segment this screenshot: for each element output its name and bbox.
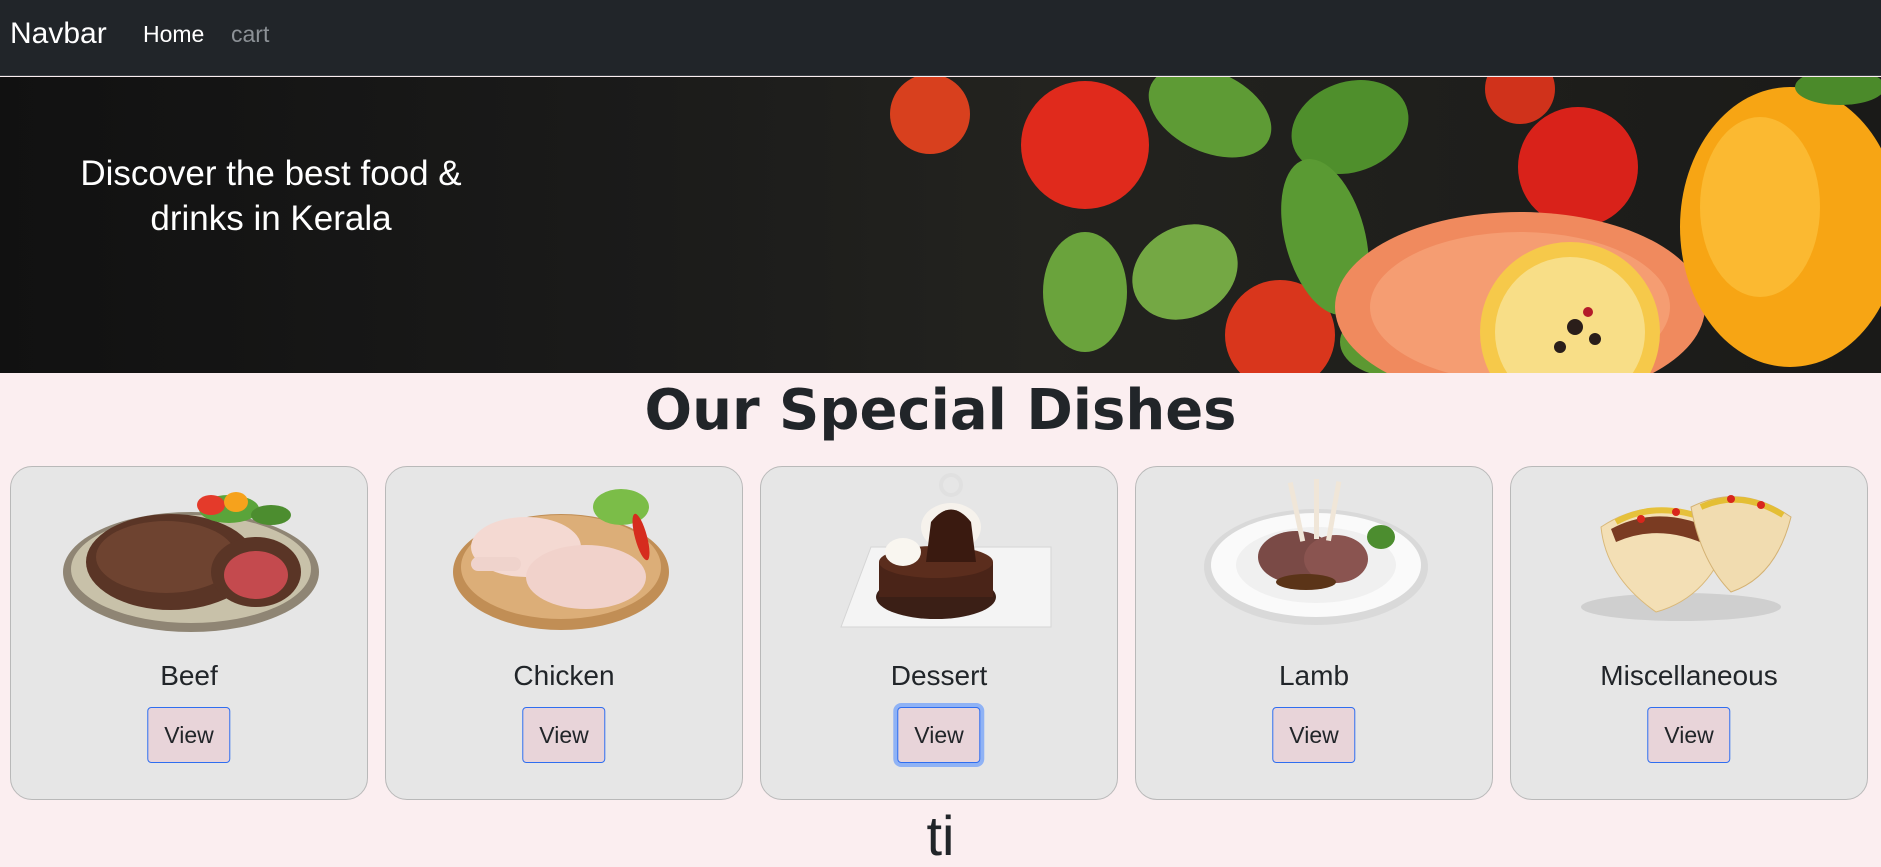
dish-card-beef: Beef View <box>10 466 368 800</box>
hero-banner: Discover the best food & drinks in Keral… <box>0 77 1881 373</box>
view-button-chicken[interactable]: View <box>522 707 606 763</box>
view-button-dessert[interactable]: View <box>897 707 981 763</box>
dish-card-miscellaneous: Miscellaneous View <box>1510 466 1868 800</box>
dish-card-chicken: Chicken View <box>385 466 743 800</box>
navbar-brand[interactable]: Navbar <box>10 17 107 51</box>
dish-name-miscellaneous: Miscellaneous <box>1600 660 1778 691</box>
dish-name-beef: Beef <box>160 660 218 691</box>
tacos-image <box>1581 495 1792 621</box>
chicken-legs-image <box>453 489 669 630</box>
view-button-lamb[interactable]: View <box>1272 707 1356 763</box>
hero-headline: Discover the best food & drinks in Keral… <box>50 151 492 241</box>
view-button-beef[interactable]: View <box>147 707 231 763</box>
beef-steak-image <box>63 492 319 632</box>
view-button-miscellaneous[interactable]: View <box>1647 707 1731 763</box>
navbar: Navbar Home cart <box>0 0 1881 76</box>
hero-line-2: drinks in Kerala <box>150 199 392 238</box>
nav-link-home[interactable]: Home <box>143 21 204 48</box>
dish-card-lamb: Lamb View <box>1135 466 1493 800</box>
nav-link-cart[interactable]: cart <box>231 21 269 48</box>
lamb-chops-image <box>1204 479 1428 625</box>
chocolate-dessert-image <box>840 473 1052 628</box>
dish-name-dessert: Dessert <box>890 660 988 691</box>
dish-name-lamb: Lamb <box>1278 660 1350 691</box>
dish-name-chicken: Chicken <box>513 660 615 691</box>
hero-line-1: Discover the best food & <box>80 154 462 193</box>
section-title: Our Special Dishes <box>644 378 1237 443</box>
next-section-heading-partial: ti <box>926 804 955 867</box>
dish-card-dessert: Dessert View <box>760 466 1118 800</box>
